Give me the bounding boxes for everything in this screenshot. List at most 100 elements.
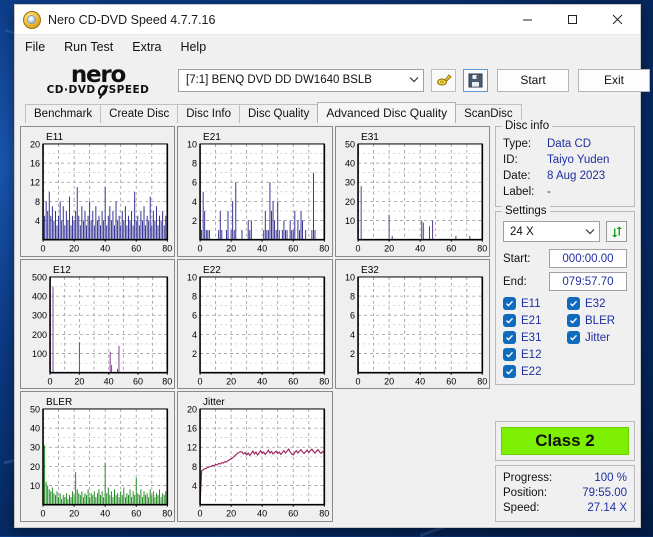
exit-button[interactable]: Exit bbox=[578, 68, 650, 92]
checkbox-label-e22: E22 bbox=[521, 365, 542, 378]
checkbox-label-e12: E12 bbox=[521, 348, 542, 361]
checkbox-e22[interactable]: E22 bbox=[503, 365, 563, 378]
chart-panel-bler: 10 20 30 40 50 0 20 40 60 80 BLER bbox=[20, 391, 176, 522]
content-area: 4 8 12 16 20 0 20 40 60 80 E11 2 4 6 8 10 0 20 40 60 80 E21 … bbox=[15, 120, 640, 527]
menu-item-run-test[interactable]: Run Test bbox=[64, 40, 113, 54]
disc-info-value-type: Data CD bbox=[547, 138, 592, 150]
disc-info-value-date: 8 Aug 2023 bbox=[547, 170, 606, 182]
menu-item-extra[interactable]: Extra bbox=[132, 40, 161, 54]
tab-disc-quality[interactable]: Disc Quality bbox=[239, 104, 319, 123]
tab-advanced-disc-quality[interactable]: Advanced Disc Quality bbox=[317, 102, 457, 123]
checkbox-e11[interactable]: E11 bbox=[503, 297, 563, 310]
svg-text:8: 8 bbox=[192, 462, 197, 472]
drive-select[interactable]: [7:1] BENQ DVD DD DW1640 BSLB bbox=[178, 68, 424, 92]
nero-logo: nero CD·DVD SPEED bbox=[26, 64, 170, 96]
disc-info-key-label: Label: bbox=[503, 186, 535, 198]
floppy-save-icon[interactable] bbox=[463, 68, 488, 92]
checkbox-e12[interactable]: E12 bbox=[503, 348, 563, 361]
speed-select-value: 24 X bbox=[510, 225, 534, 238]
svg-text:12: 12 bbox=[187, 443, 197, 453]
maximize-icon[interactable] bbox=[550, 5, 595, 34]
svg-text:E31: E31 bbox=[361, 132, 379, 143]
svg-text:50: 50 bbox=[345, 139, 355, 149]
svg-text:6: 6 bbox=[192, 310, 197, 320]
checkbox-label-e32: E32 bbox=[585, 297, 606, 310]
svg-text:20: 20 bbox=[74, 376, 84, 386]
chart-panel-e11: 4 8 12 16 20 0 20 40 60 80 E11 bbox=[20, 126, 176, 257]
checkbox-jitter[interactable]: Jitter bbox=[567, 331, 627, 344]
chart-panel-jitter: 4 8 12 16 20 0 20 40 60 80 Jitter bbox=[177, 391, 333, 522]
svg-text:E11: E11 bbox=[46, 132, 64, 143]
app-window: Nero CD-DVD Speed 4.7.7.16 File Run Test… bbox=[14, 4, 650, 528]
menu-item-help[interactable]: Help bbox=[180, 40, 206, 54]
check-icon bbox=[567, 331, 580, 344]
svg-text:E32: E32 bbox=[361, 265, 379, 276]
tab-create-disc[interactable]: Create Disc bbox=[100, 104, 179, 123]
svg-text:10: 10 bbox=[30, 481, 40, 491]
refresh-arrows-icon[interactable] bbox=[606, 221, 627, 242]
svg-text:300: 300 bbox=[32, 310, 47, 320]
svg-text:80: 80 bbox=[320, 244, 330, 254]
status-value-speed: 27.14 X bbox=[587, 502, 627, 514]
tab-benchmark[interactable]: Benchmark bbox=[25, 104, 102, 123]
checkbox-grid-filler bbox=[567, 348, 627, 361]
tab-disc-info[interactable]: Disc Info bbox=[177, 104, 240, 123]
checkbox-bler[interactable]: BLER bbox=[567, 314, 627, 327]
svg-text:80: 80 bbox=[320, 376, 330, 386]
status-row-position: Position: 79:55.00 bbox=[503, 486, 627, 501]
end-input[interactable]: 079:57.70 bbox=[549, 272, 627, 291]
check-icon bbox=[567, 314, 580, 327]
chart-panel-e31: 10 20 30 40 50 0 20 40 60 80 E31 bbox=[334, 126, 490, 257]
checkbox-label-e21: E21 bbox=[521, 314, 542, 327]
svg-text:400: 400 bbox=[32, 291, 47, 301]
error-checkbox-grid: E11 E32 E21 BLER E31 Jitter E12 E22 bbox=[503, 297, 627, 378]
check-icon bbox=[503, 331, 516, 344]
svg-text:12: 12 bbox=[30, 178, 40, 188]
svg-text:0: 0 bbox=[355, 244, 360, 254]
start-button[interactable]: Start bbox=[497, 68, 569, 92]
svg-text:80: 80 bbox=[162, 509, 172, 519]
svg-text:30: 30 bbox=[30, 443, 40, 453]
start-input[interactable]: 000:00.00 bbox=[549, 249, 627, 268]
disc-info-key-date: Date: bbox=[503, 170, 531, 182]
svg-text:2: 2 bbox=[350, 349, 355, 359]
disc-tool-icon[interactable] bbox=[431, 68, 456, 92]
disc-info-key-type: Type: bbox=[503, 138, 532, 150]
svg-text:40: 40 bbox=[257, 509, 267, 519]
chart-panel-e22: 2 4 6 8 10 0 20 40 60 80 E22 bbox=[177, 258, 333, 390]
checkbox-e31[interactable]: E31 bbox=[503, 331, 563, 344]
svg-text:40: 40 bbox=[30, 424, 40, 434]
status-group: Progress: 100 % Position: 79:55.00 Speed… bbox=[495, 465, 635, 522]
svg-text:6: 6 bbox=[350, 310, 355, 320]
chart-panel-empty bbox=[334, 391, 490, 522]
svg-text:4: 4 bbox=[192, 197, 197, 207]
drive-select-value: [7:1] BENQ DVD DD DW1640 BSLB bbox=[186, 74, 372, 86]
svg-text:80: 80 bbox=[477, 244, 487, 254]
svg-text:16: 16 bbox=[187, 424, 197, 434]
svg-text:16: 16 bbox=[30, 159, 40, 169]
end-label: End: bbox=[503, 275, 527, 288]
svg-text:20: 20 bbox=[226, 376, 236, 386]
svg-text:40: 40 bbox=[100, 244, 110, 254]
svg-text:8: 8 bbox=[192, 159, 197, 169]
svg-text:0: 0 bbox=[198, 244, 203, 254]
svg-text:E22: E22 bbox=[203, 265, 221, 276]
close-icon[interactable] bbox=[595, 5, 640, 34]
chart-panel-e12: 100 200 300 400 500 0 20 40 60 80 E12 bbox=[20, 258, 176, 390]
svg-text:40: 40 bbox=[257, 244, 267, 254]
minimize-icon[interactable] bbox=[505, 5, 550, 34]
svg-text:6: 6 bbox=[192, 178, 197, 188]
svg-text:0: 0 bbox=[198, 376, 203, 386]
menu-bar: File Run Test Extra Help bbox=[15, 35, 640, 58]
checkbox-e21[interactable]: E21 bbox=[503, 314, 563, 327]
checkbox-grid-filler-2 bbox=[567, 365, 627, 378]
check-icon bbox=[503, 348, 516, 361]
menu-item-file[interactable]: File bbox=[25, 40, 45, 54]
title-bar: Nero CD-DVD Speed 4.7.7.16 bbox=[15, 5, 640, 35]
svg-text:0: 0 bbox=[48, 376, 53, 386]
checkbox-e32[interactable]: E32 bbox=[567, 297, 627, 310]
svg-text:BLER: BLER bbox=[46, 397, 72, 408]
svg-text:60: 60 bbox=[289, 376, 299, 386]
speed-select[interactable]: 24 X bbox=[503, 221, 600, 242]
settings-legend: Settings bbox=[502, 205, 550, 217]
